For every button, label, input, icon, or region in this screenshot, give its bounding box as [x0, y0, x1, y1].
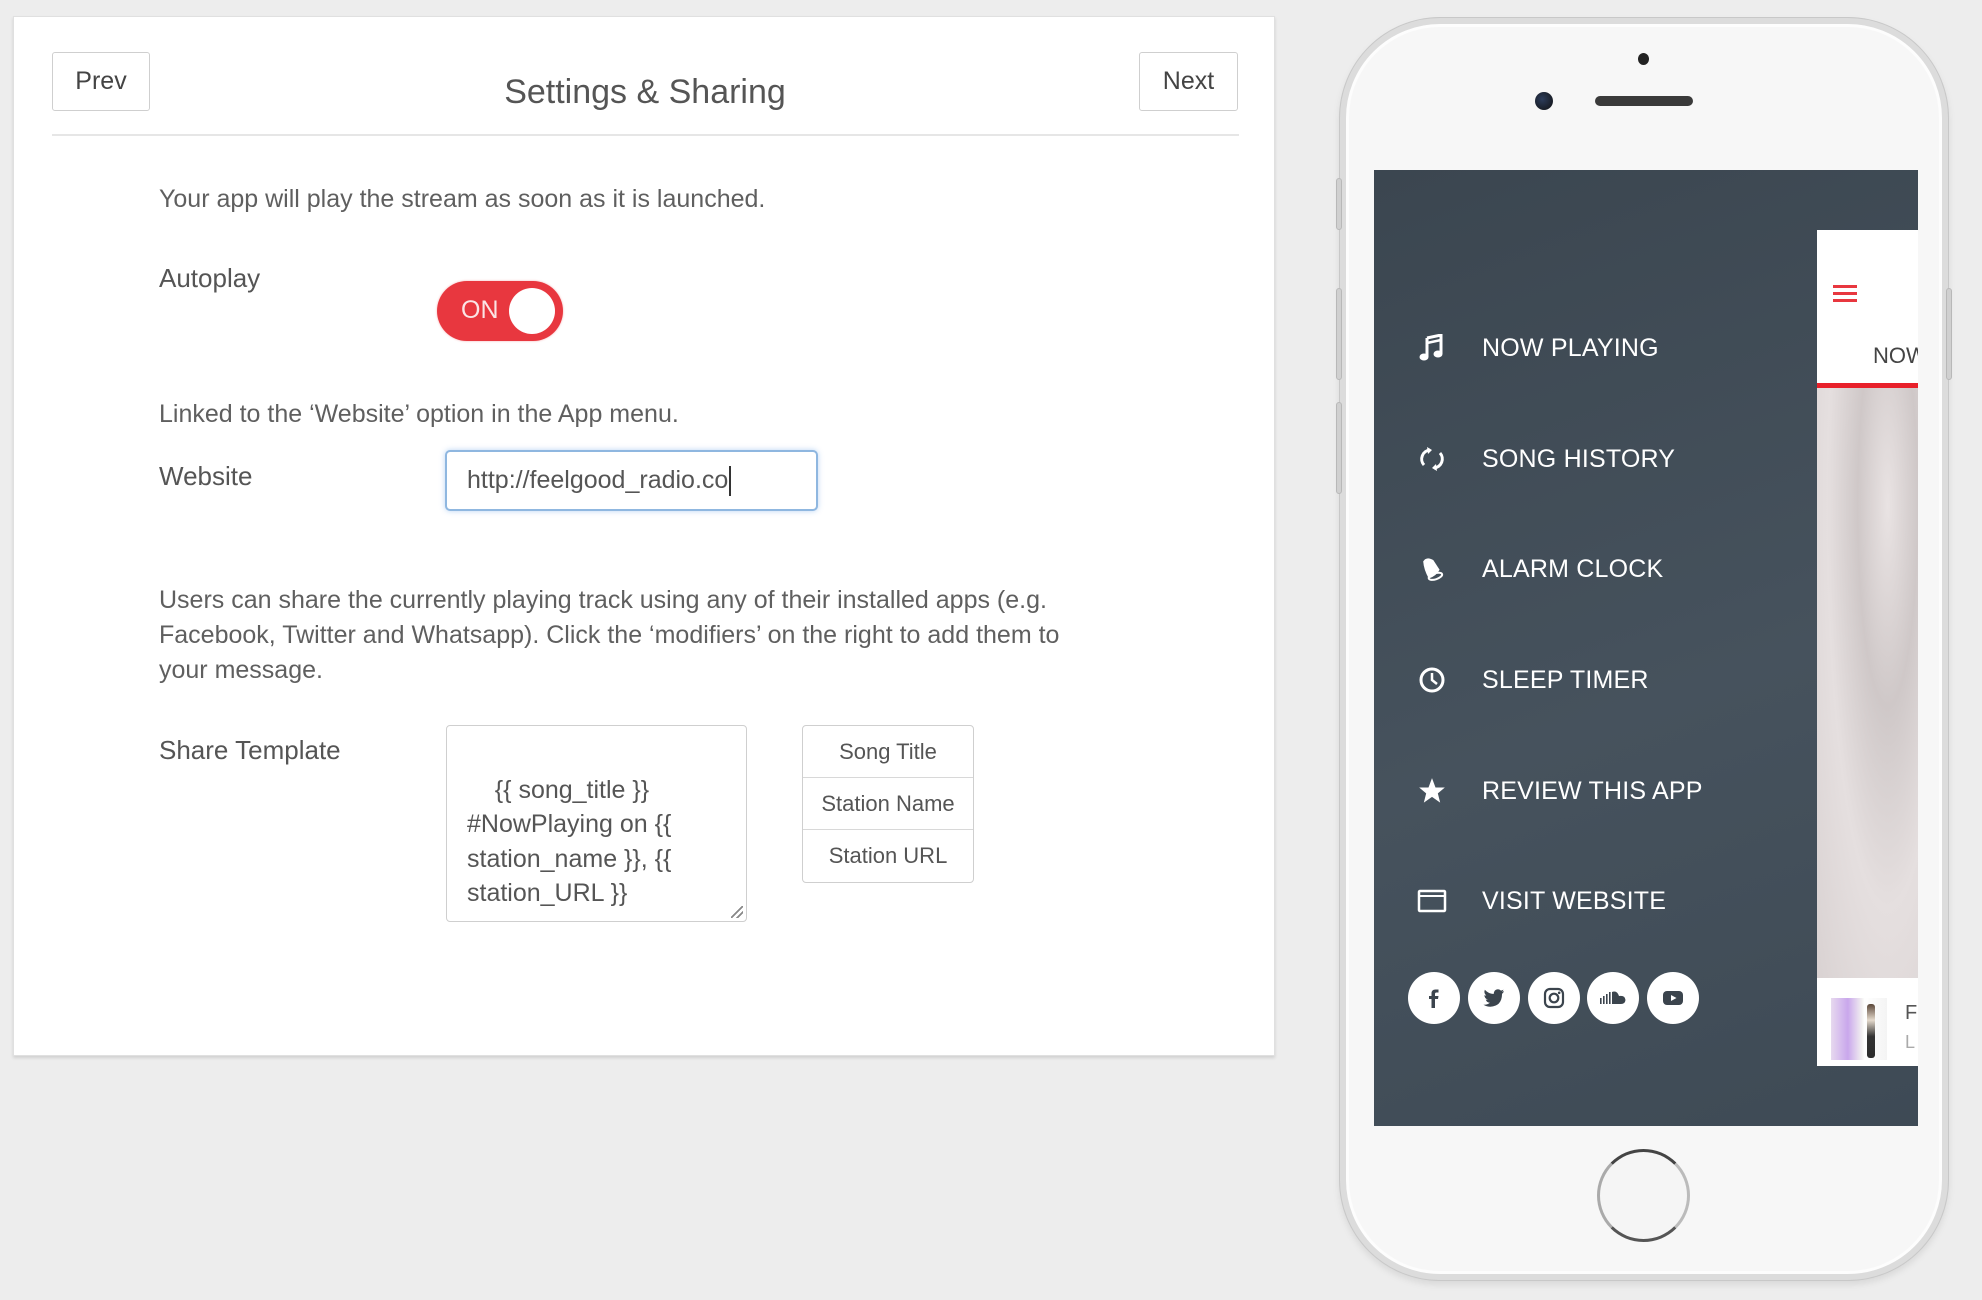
- phone-speaker: [1595, 96, 1693, 106]
- peek-card-title: F: [1905, 1002, 1918, 1024]
- menu-item-visit-website[interactable]: VISIT WEBSITE: [1374, 871, 1814, 931]
- menu-item-review-app[interactable]: REVIEW THIS APP: [1374, 761, 1814, 821]
- clock-icon: [1414, 662, 1450, 698]
- toggle-state-text: ON: [461, 296, 499, 324]
- website-input[interactable]: http://feelgood_radio.co: [445, 450, 818, 511]
- phone-screen: NOW PLAYING SONG HISTORY ALARM CLOCK SLE…: [1374, 170, 1918, 1126]
- modifier-station-name[interactable]: Station Name: [803, 778, 973, 830]
- star-icon: [1414, 773, 1450, 809]
- soundcloud-icon[interactable]: [1587, 972, 1639, 1024]
- menu-item-label: NOW PLAYING: [1482, 333, 1659, 362]
- header-divider: [52, 134, 1239, 136]
- modifier-station-url[interactable]: Station URL: [803, 830, 973, 882]
- modifier-list: Song Title Station Name Station URL: [802, 725, 974, 883]
- phone-volume-up: [1336, 288, 1342, 380]
- website-label: Website: [159, 461, 253, 491]
- text-caret: [729, 465, 732, 496]
- autoplay-label: Autoplay: [159, 263, 261, 293]
- share-template-label: Share Template: [159, 735, 341, 765]
- refresh-icon: [1414, 441, 1450, 477]
- menu-item-label: REVIEW THIS APP: [1482, 776, 1703, 805]
- modifier-song-title[interactable]: Song Title: [803, 726, 973, 778]
- peek-card-subtitle: L: [1905, 1032, 1916, 1052]
- peek-album-art: [1817, 388, 1918, 978]
- page-title: Settings & Sharing: [504, 73, 786, 111]
- resize-handle-icon[interactable]: [731, 906, 743, 918]
- phone-power-button: [1946, 288, 1952, 380]
- bell-icon: [1414, 551, 1450, 587]
- menu-item-label: VISIT WEBSITE: [1482, 886, 1667, 915]
- twitter-icon[interactable]: [1468, 972, 1520, 1024]
- app-preview-peek: NOW F L: [1817, 230, 1918, 1066]
- share-template-value: {{ song_title }} #NowPlaying on {{ stati…: [467, 775, 672, 908]
- autoplay-toggle[interactable]: ON: [437, 281, 563, 341]
- browser-window-icon: [1414, 883, 1450, 919]
- hamburger-menu-icon[interactable]: [1833, 285, 1857, 303]
- phone-home-button[interactable]: [1597, 1149, 1690, 1242]
- youtube-icon[interactable]: [1647, 972, 1699, 1024]
- music-note-icon: [1414, 330, 1450, 366]
- menu-item-label: ALARM CLOCK: [1482, 554, 1664, 583]
- phone-sensor: [1638, 53, 1649, 65]
- menu-item-label: SLEEP TIMER: [1482, 665, 1649, 694]
- autoplay-description: Your app will play the stream as soon as…: [159, 185, 766, 213]
- peek-thumbnail: [1831, 998, 1887, 1060]
- phone-mute-switch: [1336, 178, 1342, 230]
- phone-volume-down: [1336, 402, 1342, 494]
- phone-camera: [1535, 92, 1553, 110]
- settings-panel: Prev Settings & Sharing Next Your app wi…: [13, 16, 1275, 1056]
- facebook-icon[interactable]: [1408, 972, 1460, 1024]
- instagram-icon[interactable]: [1528, 972, 1580, 1024]
- website-description: Linked to the ‘Website’ option in the Ap…: [159, 400, 679, 428]
- toggle-knob: [509, 288, 555, 334]
- share-template-textarea[interactable]: {{ song_title }} #NowPlaying on {{ stati…: [446, 725, 747, 922]
- peek-title: NOW: [1873, 343, 1918, 368]
- menu-item-song-history[interactable]: SONG HISTORY: [1374, 429, 1814, 489]
- menu-item-now-playing[interactable]: NOW PLAYING: [1374, 318, 1814, 378]
- menu-item-sleep-timer[interactable]: SLEEP TIMER: [1374, 650, 1814, 710]
- menu-item-label: SONG HISTORY: [1482, 444, 1676, 473]
- next-button[interactable]: Next: [1139, 52, 1238, 111]
- menu-item-alarm-clock[interactable]: ALARM CLOCK: [1374, 539, 1814, 599]
- website-input-value: http://feelgood_radio.co: [467, 466, 729, 494]
- sharing-description: Users can share the currently playing tr…: [159, 586, 1060, 684]
